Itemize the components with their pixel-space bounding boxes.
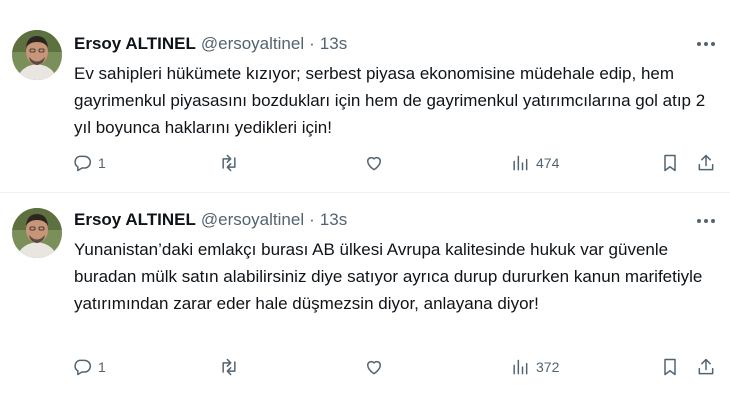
view-count: 372	[536, 359, 560, 375]
more-icon[interactable]	[694, 211, 718, 231]
like-button[interactable]	[364, 151, 384, 175]
tweet-text: Ev sahipleri hükümete kızıyor; serbest p…	[74, 64, 706, 137]
views-icon	[510, 153, 530, 173]
reply-count: 1	[98, 359, 106, 375]
bookmark-icon	[660, 153, 680, 173]
retweet-button[interactable]	[218, 151, 240, 175]
share-button[interactable]	[696, 151, 716, 175]
author-name[interactable]: Ersoy ALTINEL	[74, 210, 196, 230]
share-icon	[696, 153, 716, 173]
heart-icon	[364, 357, 384, 377]
bookmark-button[interactable]	[660, 151, 680, 175]
author-name[interactable]: Ersoy ALTINEL	[74, 34, 196, 54]
tweet-actions: 1 474	[72, 151, 720, 175]
view-count: 474	[536, 155, 560, 171]
retweet-button[interactable]	[218, 355, 240, 379]
tweet-header: Ersoy ALTINEL @ersoyaltinel · 13s	[74, 32, 347, 56]
reply-icon	[72, 153, 92, 173]
retweet-icon	[218, 357, 240, 377]
tweet-actions: 1 372	[72, 355, 720, 379]
tweet-header: Ersoy ALTINEL @ersoyaltinel · 13s	[74, 208, 347, 232]
views-button[interactable]: 372	[510, 355, 559, 379]
reply-icon	[72, 357, 92, 377]
bookmark-icon	[660, 357, 680, 377]
bookmark-button[interactable]	[660, 355, 680, 379]
views-icon	[510, 357, 530, 377]
separator-dot: ·	[309, 34, 315, 53]
reply-count: 1	[98, 155, 106, 171]
tweet[interactable]: Ersoy ALTINEL @ersoyaltinel · 13s Yunani…	[0, 194, 730, 420]
reply-button[interactable]: 1	[72, 151, 106, 175]
tweet-timestamp[interactable]: 13s	[320, 34, 347, 54]
heart-icon	[364, 153, 384, 173]
tweet[interactable]: Ersoy ALTINEL @ersoyaltinel · 13s Ev sah…	[0, 0, 730, 193]
tweet-timestamp[interactable]: 13s	[320, 210, 347, 230]
views-button[interactable]: 474	[510, 151, 559, 175]
retweet-icon	[218, 153, 240, 173]
avatar[interactable]	[12, 30, 62, 80]
share-icon	[696, 357, 716, 377]
tweet-text: Yunanistan’daki emlakçı burası AB ülkesi…	[74, 240, 703, 313]
like-button[interactable]	[364, 355, 384, 379]
reply-button[interactable]: 1	[72, 355, 106, 379]
separator-dot: ·	[309, 210, 315, 229]
author-handle[interactable]: @ersoyaltinel	[201, 210, 304, 230]
more-icon[interactable]	[694, 34, 718, 54]
share-button[interactable]	[696, 355, 716, 379]
avatar[interactable]	[12, 208, 62, 258]
author-handle[interactable]: @ersoyaltinel	[201, 34, 304, 54]
